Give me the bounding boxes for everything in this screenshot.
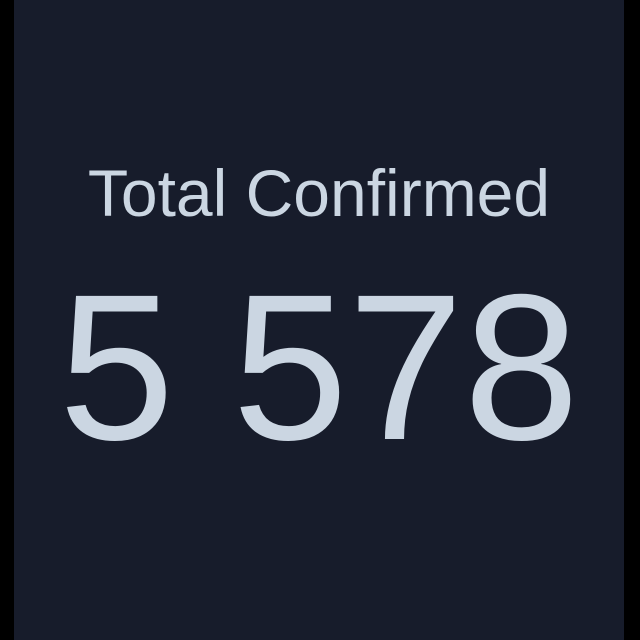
stat-title: Total Confirmed xyxy=(87,156,551,230)
stat-card: Total Confirmed 5 578 xyxy=(14,0,624,640)
stat-value: 5 578 xyxy=(58,252,580,484)
